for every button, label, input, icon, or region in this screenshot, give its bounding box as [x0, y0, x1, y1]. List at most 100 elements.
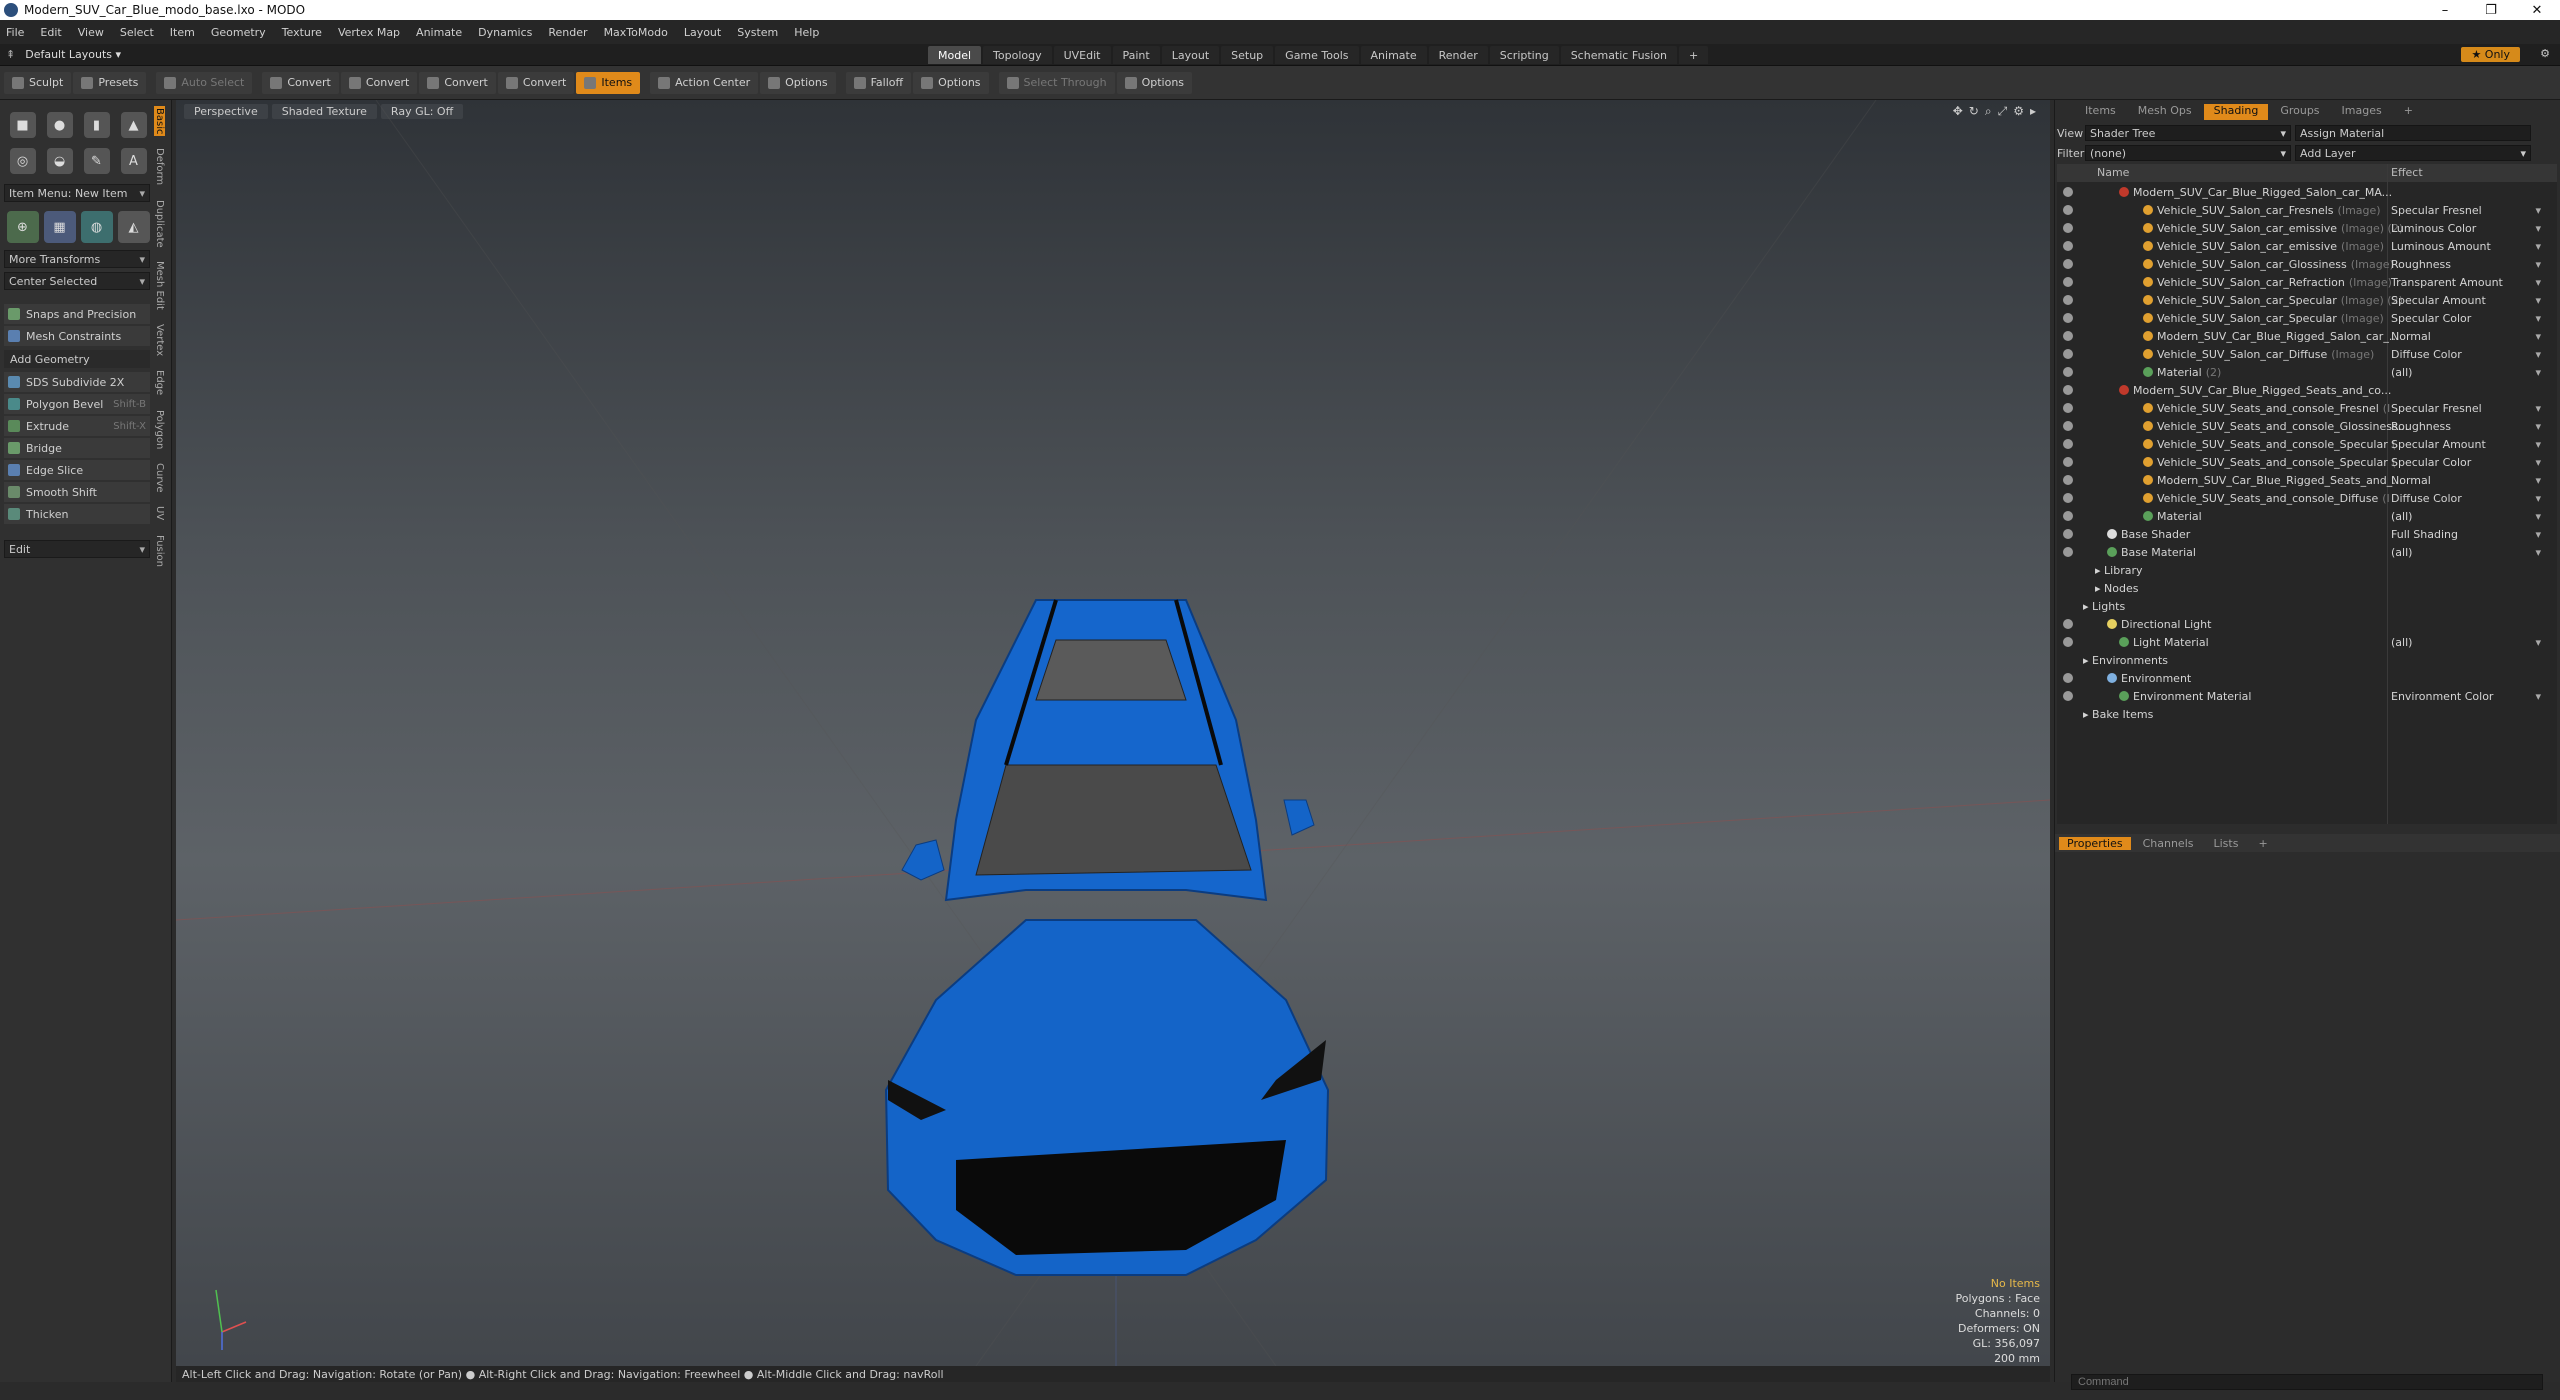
shader-tree-row[interactable]: ▸ Nodes	[2057, 580, 2545, 598]
toolbar-presets-button[interactable]: Presets	[73, 71, 147, 94]
visibility-eye-icon[interactable]	[2063, 385, 2073, 395]
shader-item-effect[interactable]: Full Shading	[2391, 528, 2541, 541]
shader-tree-row[interactable]: Directional Light	[2057, 616, 2545, 634]
toolbar-options-button[interactable]: Options	[1116, 71, 1193, 94]
more-transforms-dropdown[interactable]: More Transforms	[4, 250, 150, 268]
shader-tree-row[interactable]: ▸ Bake Items	[2057, 706, 2545, 724]
shader-item-effect[interactable]: Normal	[2391, 330, 2541, 343]
menu-file[interactable]: File	[6, 26, 24, 39]
globe-icon[interactable]: ◍	[80, 211, 113, 243]
center-selected-dropdown[interactable]: Center Selected	[4, 272, 150, 290]
visibility-eye-icon[interactable]	[2063, 403, 2073, 413]
menu-geometry[interactable]: Geometry	[211, 26, 266, 39]
item-menu-dropdown[interactable]: Item Menu: New Item	[4, 184, 150, 202]
toolbar-items-button[interactable]: Items	[576, 71, 641, 94]
visibility-eye-icon[interactable]	[2063, 313, 2073, 323]
shader-tree-row[interactable]: Vehicle_SUV_Seats_and_console_Specular(S…	[2057, 454, 2545, 472]
gear-icon[interactable]: ⚙	[2540, 47, 2550, 60]
tab-topology[interactable]: Topology	[983, 46, 1052, 64]
toolbar-options-button[interactable]: Options	[760, 71, 836, 94]
visibility-eye-icon[interactable]	[2063, 421, 2073, 431]
shader-tree-row[interactable]: ▸ Library	[2057, 562, 2545, 580]
prop-tab-lists[interactable]: Lists	[2206, 837, 2247, 850]
menu-view[interactable]: View	[78, 26, 104, 39]
shader-item-effect[interactable]: Specular Amount	[2391, 438, 2541, 451]
tool-polygon-bevel-button[interactable]: Polygon Bevel Shift-B	[4, 394, 150, 414]
shader-item-effect[interactable]: Diffuse Color	[2391, 492, 2541, 505]
menu-system[interactable]: System	[737, 26, 778, 39]
shader-tree-row[interactable]: Environment	[2057, 670, 2545, 688]
side-tab-mesh-edit[interactable]: Mesh Edit	[154, 259, 165, 312]
shader-item-effect[interactable]: Transparent Amount	[2391, 276, 2541, 289]
sphere-icon[interactable]: ●	[46, 112, 73, 138]
visibility-eye-icon[interactable]	[2063, 349, 2073, 359]
tab-schematic-fusion[interactable]: Schematic Fusion	[1560, 46, 1678, 64]
shader-tree-row[interactable]: ▸ Lights	[2057, 598, 2545, 616]
expand-arrow-icon[interactable]: ▸	[2083, 600, 2092, 613]
shader-tree-row[interactable]: Modern_SUV_Car_Blue_Rigged_Seats_and_...…	[2057, 472, 2545, 490]
torus-icon[interactable]: ◎	[9, 148, 36, 174]
toolbar-sculpt-button[interactable]: Sculpt	[4, 71, 72, 94]
close-button[interactable]: ✕	[2514, 3, 2560, 18]
toolbar-falloff-button[interactable]: Falloff	[845, 71, 912, 94]
shader-item-effect[interactable]: Specular Color	[2391, 312, 2541, 325]
cube-icon[interactable]: ■	[9, 112, 36, 138]
tool-smooth-shift-button[interactable]: Smooth Shift	[4, 482, 150, 502]
tab-game-tools[interactable]: Game Tools	[1275, 46, 1359, 64]
shader-item-effect[interactable]: Specular Fresnel	[2391, 204, 2541, 217]
shader-tree-row[interactable]: Vehicle_SUV_Seats_and_console_Diffuse (I D…	[2057, 490, 2545, 508]
cone-icon[interactable]: ▲	[120, 112, 147, 138]
layout-dropdown[interactable]: Default Layouts ▾	[25, 48, 205, 61]
shader-item-effect[interactable]: Roughness	[2391, 420, 2541, 433]
tool-sds-subdivide-2x-button[interactable]: SDS Subdivide 2X	[4, 372, 150, 392]
visibility-eye-icon[interactable]	[2063, 457, 2073, 467]
visibility-eye-icon[interactable]	[2063, 277, 2073, 287]
shader-tree-row[interactable]: Vehicle_SUV_Salon_car_emissive (Image) (2…	[2057, 220, 2545, 238]
shader-tree-row[interactable]: Vehicle_SUV_Salon_car_emissive (Image) Lum…	[2057, 238, 2545, 256]
visibility-eye-icon[interactable]	[2063, 223, 2073, 233]
layout-pin-icon[interactable]: ⇞	[6, 48, 15, 61]
visibility-eye-icon[interactable]	[2063, 547, 2073, 557]
menu-animate[interactable]: Animate	[416, 26, 462, 39]
shader-item-effect[interactable]: Roughness	[2391, 258, 2541, 271]
menu-texture[interactable]: Texture	[282, 26, 322, 39]
view-dropdown[interactable]: Shader Tree ▾	[2085, 125, 2291, 141]
toolbar-convert-button[interactable]: Convert	[262, 71, 339, 94]
shader-tree-row[interactable]: Modern_SUV_Car_Blue_Rigged_Salon_car_MA.…	[2057, 184, 2545, 202]
right-tab--[interactable]: +	[2394, 104, 2423, 120]
shader-tree-row[interactable]: Vehicle_SUV_Salon_car_Glossiness (Image) R…	[2057, 256, 2545, 274]
visibility-eye-icon[interactable]	[2063, 493, 2073, 503]
shader-tree-row[interactable]: Vehicle_SUV_Seats_and_console_Specular(S…	[2057, 436, 2545, 454]
snaps-precision-button[interactable]: Snaps and Precision	[4, 304, 150, 324]
tab-uvedit[interactable]: UVEdit	[1053, 46, 1111, 64]
side-tab-edge[interactable]: Edge	[154, 368, 165, 397]
scale-icon[interactable]: ◭	[117, 211, 150, 243]
shader-tree-row[interactable]: Vehicle_SUV_Seats_and_console_Glossiness…	[2057, 418, 2545, 436]
pen-icon[interactable]: ✎	[83, 148, 110, 174]
shader-tree-row[interactable]: Vehicle_SUV_Salon_car_Refraction (Image) T…	[2057, 274, 2545, 292]
filter-dropdown[interactable]: (none) ▾	[2085, 145, 2291, 161]
visibility-eye-icon[interactable]	[2063, 529, 2073, 539]
shader-item-effect[interactable]: Normal	[2391, 474, 2541, 487]
grid-icon[interactable]: ▦	[43, 211, 76, 243]
side-tab-duplicate[interactable]: Duplicate	[154, 198, 165, 250]
visibility-eye-icon[interactable]	[2063, 259, 2073, 269]
shader-item-effect[interactable]: (all)	[2391, 636, 2541, 649]
shader-tree-row[interactable]: Modern_SUV_Car_Blue_Rigged_Seats_and_co.…	[2057, 382, 2545, 400]
mesh-constraints-button[interactable]: Mesh Constraints	[4, 326, 150, 346]
command-input[interactable]	[2071, 1374, 2543, 1390]
assign-material-button[interactable]: Assign Material	[2295, 125, 2531, 141]
tab-layout[interactable]: Layout	[1161, 46, 1220, 64]
minimize-button[interactable]: –	[2422, 3, 2468, 18]
edit-dropdown[interactable]: Edit	[4, 540, 150, 558]
menu-select[interactable]: Select	[120, 26, 154, 39]
tool-extrude-button[interactable]: Extrude Shift-X	[4, 416, 150, 436]
shader-tree-row[interactable]: Material (all)	[2057, 508, 2545, 526]
shader-tree-row[interactable]: Base Shader Full Shading	[2057, 526, 2545, 544]
shader-tree-row[interactable]: Base Material (all)	[2057, 544, 2545, 562]
expand-arrow-icon[interactable]: ▸	[2095, 564, 2104, 577]
tab-paint[interactable]: Paint	[1112, 46, 1160, 64]
menu-edit[interactable]: Edit	[40, 26, 61, 39]
toolbar-convert-button[interactable]: Convert	[497, 71, 575, 94]
toolbar-select-through-button[interactable]: Select Through	[998, 71, 1115, 94]
